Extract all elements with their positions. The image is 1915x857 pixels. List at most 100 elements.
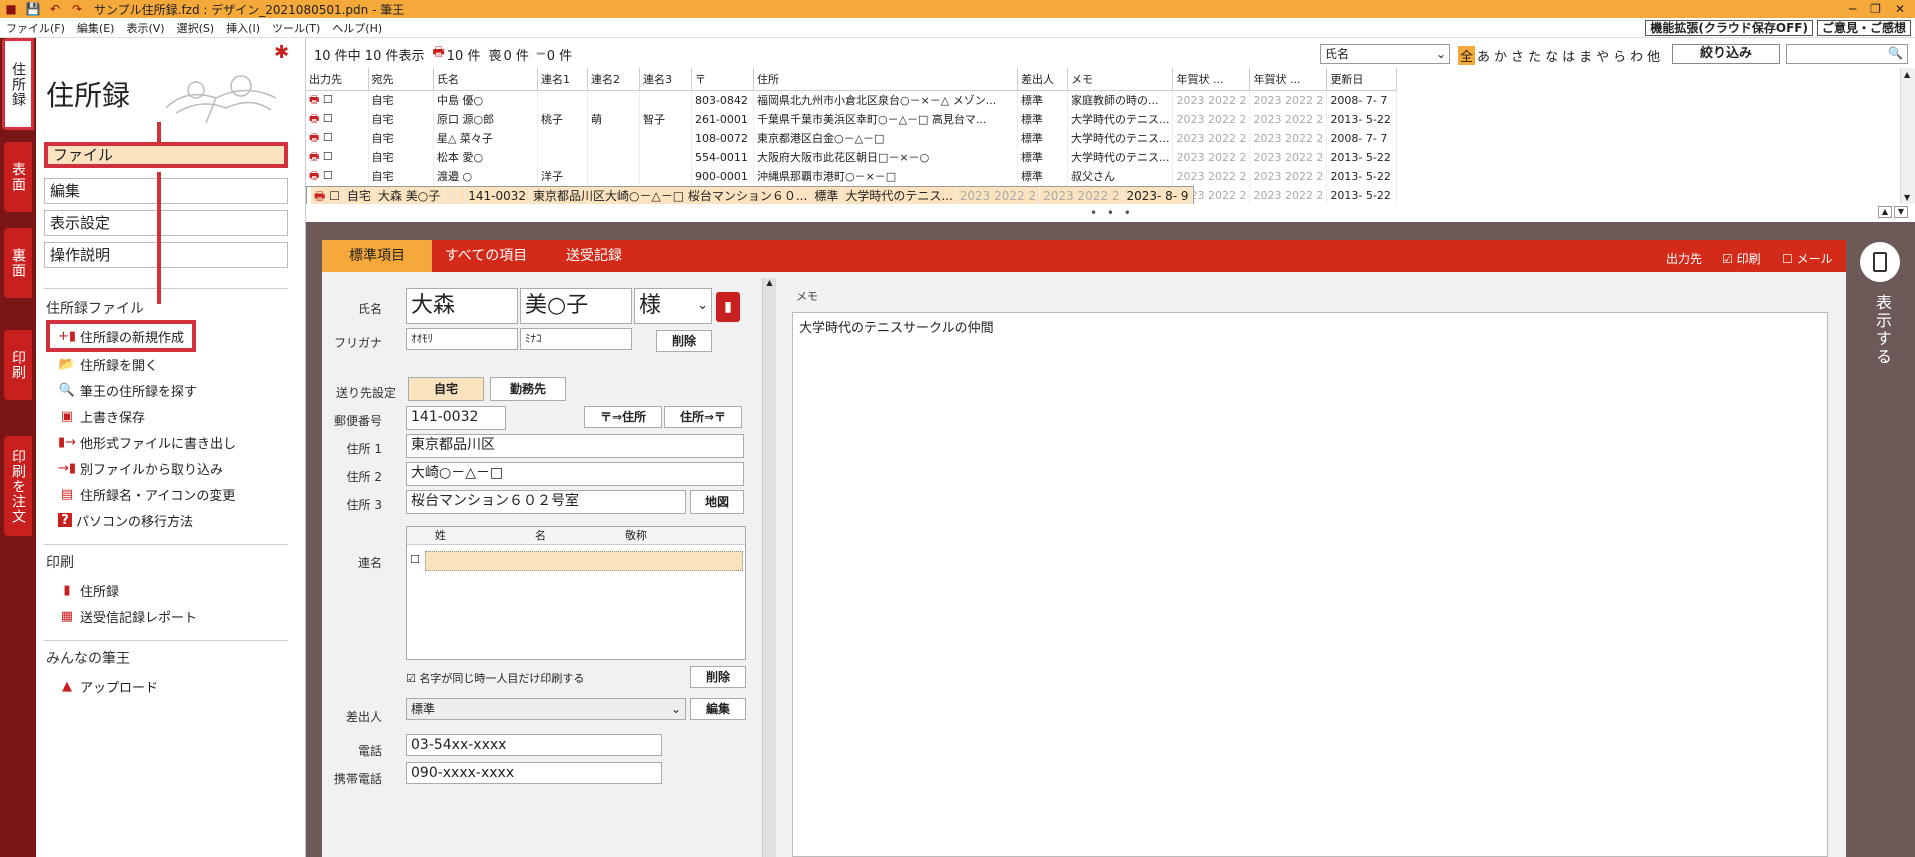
row-checkbox[interactable]: ☐ (323, 131, 333, 144)
delete-name-button[interactable]: 削除 (656, 330, 712, 352)
tab-back[interactable]: 裏面 (4, 228, 32, 298)
sender-select[interactable]: 標準 ⌄ (406, 698, 686, 720)
send-receive-report-item[interactable]: ▦ 送受信記録レポート (58, 606, 197, 626)
address3-input[interactable]: 桜台マンション６０２号室 (406, 490, 686, 514)
column-header[interactable]: 年賀状 ... (1172, 68, 1251, 91)
column-header[interactable]: 宛先 (368, 68, 434, 91)
edit-sender-button[interactable]: 編集 (690, 698, 746, 720)
kana-ma[interactable]: ま (1577, 46, 1594, 65)
tab-standard-items[interactable]: 標準項目 (322, 240, 432, 272)
same-name-checkbox[interactable]: ☑ 名字が同じ時一人目だけ印刷する (406, 670, 584, 686)
column-header[interactable]: 更新日 (1326, 68, 1398, 91)
row-checkbox[interactable]: ☐ (323, 150, 333, 163)
tab-order-print[interactable]: 印刷を注文 (4, 436, 32, 536)
kana-ya[interactable]: や (1594, 46, 1611, 65)
home-toggle[interactable]: 自宅 (408, 377, 484, 401)
column-header[interactable]: 氏名 (433, 68, 538, 91)
table-row[interactable]: 🖶 ☐ 自宅 大森 美○子 141-0032 東京都品川区大崎○－△－□ 桜台マンション… (306, 185, 1194, 204)
furigana-last-input[interactable]: ｵｵﾓﾘ (406, 328, 518, 350)
table-row[interactable]: 🖶 ☐ 自宅 星△ 菜々子 108-0072 東京都港区白金○－△－□ 標準 大学時代のテニ… (306, 128, 1398, 148)
column-header[interactable]: 連名3 (639, 68, 692, 91)
honorific-select[interactable]: 様 ⌄ (634, 288, 712, 324)
delete-renmei-button[interactable]: 削除 (690, 666, 746, 688)
pc-migration-item[interactable]: ? パソコンの移行方法 (58, 510, 193, 530)
postal-input[interactable]: 141-0032 (406, 406, 506, 430)
cloud-save-button[interactable]: 機能拡張(クラウド保存OFF) (1645, 19, 1813, 36)
memo-textarea[interactable]: 大学時代のテニスサークルの仲間 (792, 312, 1828, 857)
export-item[interactable]: ▮→ 他形式ファイルに書き出し (58, 432, 236, 452)
mobile-input[interactable]: 090-xxxx-xxxx (406, 762, 662, 784)
feedback-button[interactable]: ご意見・ご感想 (1816, 19, 1911, 36)
upload-item[interactable]: ▲ アップロード (58, 676, 158, 696)
work-toggle[interactable]: 勤務先 (490, 377, 566, 401)
tab-send-receive[interactable]: 送受記録 (544, 240, 644, 272)
tab-address-book[interactable]: 住所録 (2, 38, 34, 130)
table-row[interactable]: 🖶 ☐ 自宅 原口 源○郎 桃子萌智子 261-0001 千葉県千葉市美浜区幸町○－△－□… (306, 109, 1398, 129)
search-input[interactable]: 🔍 (1786, 44, 1908, 64)
kana-ka[interactable]: か (1492, 46, 1509, 65)
section-instructions-button[interactable]: 操作説明 (44, 242, 288, 268)
section-display-settings-button[interactable]: 表示設定 (44, 210, 288, 236)
tab-print[interactable]: 印刷 (4, 330, 32, 400)
phone-input[interactable]: 03-54xx-xxxx (406, 734, 662, 756)
splitter-handle[interactable]: • • • (1090, 206, 1134, 220)
menu-help[interactable]: ヘルプ(H) (326, 20, 388, 36)
row-checkbox[interactable]: ☐ (323, 169, 333, 182)
column-header[interactable]: 差出人 (1017, 68, 1068, 91)
sort-select[interactable]: 氏名 ⌄ (1320, 44, 1450, 64)
section-edit-button[interactable]: 編集 (44, 178, 288, 204)
find-address-book-item[interactable]: 🔍 筆王の住所録を探す (58, 380, 197, 400)
kana-other[interactable]: 他 (1645, 46, 1662, 65)
overwrite-save-item[interactable]: ▣ 上書き保存 (58, 406, 145, 426)
gear-icon[interactable]: ✱ (274, 42, 289, 63)
renmei-row[interactable] (425, 551, 743, 571)
first-name-input[interactable]: 美○子 (520, 288, 632, 324)
kana-ha[interactable]: は (1560, 46, 1577, 65)
table-row[interactable]: 🖶 ☐ 自宅 中島 優○ 803-0842 福岡県北九州市小倉北区泉台○－×－△ メゾン… (306, 90, 1398, 110)
menu-insert[interactable]: 挿入(I) (220, 20, 266, 36)
redo-icon[interactable]: ↷ (70, 2, 84, 16)
show-preview-label[interactable]: 表示する (1870, 294, 1894, 366)
column-header[interactable]: 〒 (691, 68, 754, 91)
tab-front[interactable]: 表面 (4, 142, 32, 212)
table-row[interactable]: 🖶 ☐ 自宅 渡邉 ○ 洋子 900-0001 沖縄県那覇市港町○－×－□ 標準 叔父さん 20… (306, 166, 1398, 186)
mail-checkbox[interactable]: ☐ メール (1782, 250, 1833, 267)
close-button[interactable]: ✕ (1895, 2, 1905, 16)
table-row[interactable]: 🖶 ☐ 自宅 松本 愛○ 554-0011 大阪府大阪市此花区朝日□－×－○ 標準 大学時代… (306, 147, 1398, 167)
column-header[interactable]: 出力先 (306, 68, 369, 91)
open-address-book-item[interactable]: 📂 住所録を開く (58, 354, 158, 374)
map-button[interactable]: 地図 (690, 490, 744, 514)
print-checkbox[interactable]: ☑ 印刷 (1722, 250, 1761, 267)
filter-button[interactable]: 絞り込み (1672, 44, 1780, 64)
column-header[interactable]: メモ (1067, 68, 1174, 91)
renmei-row-checkbox[interactable]: ☐ (410, 553, 420, 566)
arrow-up-icon[interactable]: ▲ (1878, 206, 1892, 218)
form-scrollbar[interactable]: ▲ (762, 278, 776, 857)
minimize-button[interactable]: ─ (1849, 2, 1856, 16)
column-header[interactable]: 住所 (753, 68, 1018, 91)
kana-wa[interactable]: わ (1628, 46, 1645, 65)
column-header[interactable]: 連名2 (587, 68, 640, 91)
maximize-button[interactable]: ❐ (1870, 2, 1881, 16)
address-to-zip-button[interactable]: 住所⇒〒 (664, 406, 742, 428)
column-header[interactable]: 連名1 (537, 68, 588, 91)
menu-file[interactable]: ファイル(F) (0, 20, 71, 36)
tab-all-items[interactable]: すべての項目 (436, 240, 536, 272)
kana-na[interactable]: な (1543, 46, 1560, 65)
menu-tools[interactable]: ツール(T) (266, 20, 326, 36)
list-scrollbar[interactable]: ▲ ▼ (1900, 68, 1915, 204)
kana-ta[interactable]: た (1526, 46, 1543, 65)
row-checkbox[interactable]: ☐ (323, 93, 333, 106)
column-header[interactable]: 年賀状 ... (1249, 68, 1328, 91)
row-checkbox[interactable]: ☐ (323, 112, 333, 125)
save-icon[interactable]: 💾 (26, 2, 41, 16)
kana-sa[interactable]: さ (1509, 46, 1526, 65)
menu-select[interactable]: 選択(S) (171, 20, 221, 36)
rename-icon-item[interactable]: ▤ 住所録名・アイコンの変更 (58, 484, 236, 504)
new-address-book-item[interactable]: +▮ 住所録の新規作成 (46, 320, 197, 352)
menu-edit[interactable]: 編集(E) (71, 20, 121, 36)
address2-input[interactable]: 大崎○－△－□ (406, 462, 744, 486)
undo-icon[interactable]: ↶ (48, 2, 62, 16)
kana-a[interactable]: あ (1475, 46, 1492, 65)
section-file-button[interactable]: ファイル (44, 142, 288, 168)
